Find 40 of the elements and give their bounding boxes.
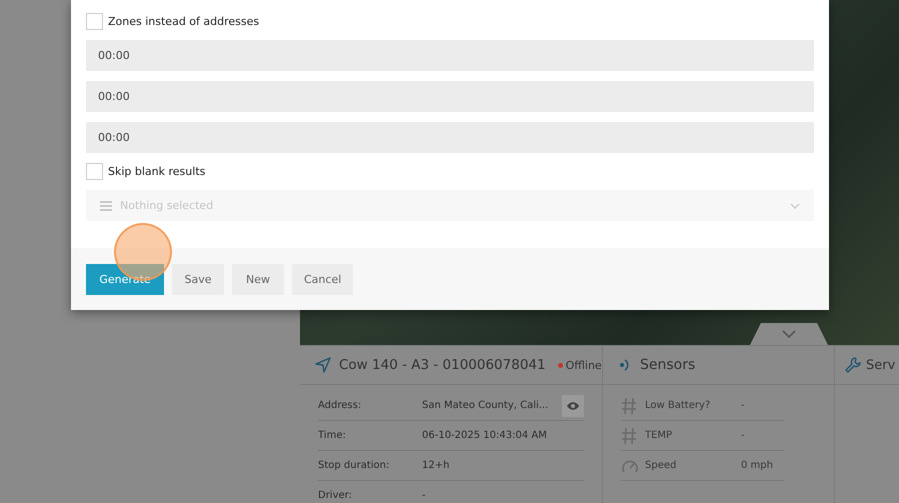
wrench-icon	[845, 357, 861, 373]
field-value: San Mateo County, Cali...	[422, 400, 550, 411]
checkbox-label: Skip blank results	[108, 165, 206, 178]
action-button[interactable]: Save	[172, 264, 224, 294]
action-button[interactable]: Cancel	[292, 264, 354, 294]
checkbox[interactable]	[86, 163, 103, 180]
sensor-label: Low Battery?	[645, 400, 712, 411]
field-value: 12+h	[422, 460, 450, 471]
sensors-title: Sensors	[640, 357, 696, 373]
checkbox-label: Zones instead of addresses	[108, 15, 260, 28]
field-value: 06-10-2025 10:43:04 AM	[422, 430, 548, 441]
field-label: Stop duration:	[318, 460, 390, 471]
field-label: Time:	[318, 430, 347, 441]
navigation-arrow-icon	[315, 357, 331, 373]
caret-down-icon	[790, 202, 800, 208]
hash-icon	[621, 426, 637, 444]
chevron-down-icon	[782, 330, 796, 338]
service-title: Serv	[866, 358, 896, 372]
sensor-label: TEMP	[645, 430, 674, 441]
eye-icon	[566, 400, 580, 410]
eye-button[interactable]	[562, 394, 584, 416]
time-input-field[interactable]: 00:00	[86, 81, 814, 112]
time-input-field[interactable]: 00:00	[86, 122, 814, 153]
sensor-value: -	[741, 430, 745, 441]
speedometer-icon	[621, 458, 639, 474]
field-value: -	[422, 490, 427, 501]
time-input-field[interactable]: 00:00	[86, 40, 814, 71]
status-dot	[558, 362, 563, 368]
field-label: Address:	[318, 400, 362, 411]
sensor-label: Speed	[645, 460, 678, 471]
sensor-value: -	[741, 400, 745, 411]
sensor-value: 0 mph	[741, 460, 773, 471]
generate-button[interactable]: Generate	[86, 264, 164, 294]
menu-icon	[100, 200, 112, 210]
action-button[interactable]: New	[232, 264, 284, 294]
field-label: Driver:	[318, 490, 353, 501]
status-text: Offline	[566, 358, 602, 372]
unit-title: Cow 140 - A3 - 010006078041	[339, 357, 546, 373]
hash-icon	[621, 396, 637, 414]
checkbox[interactable]	[86, 13, 103, 30]
